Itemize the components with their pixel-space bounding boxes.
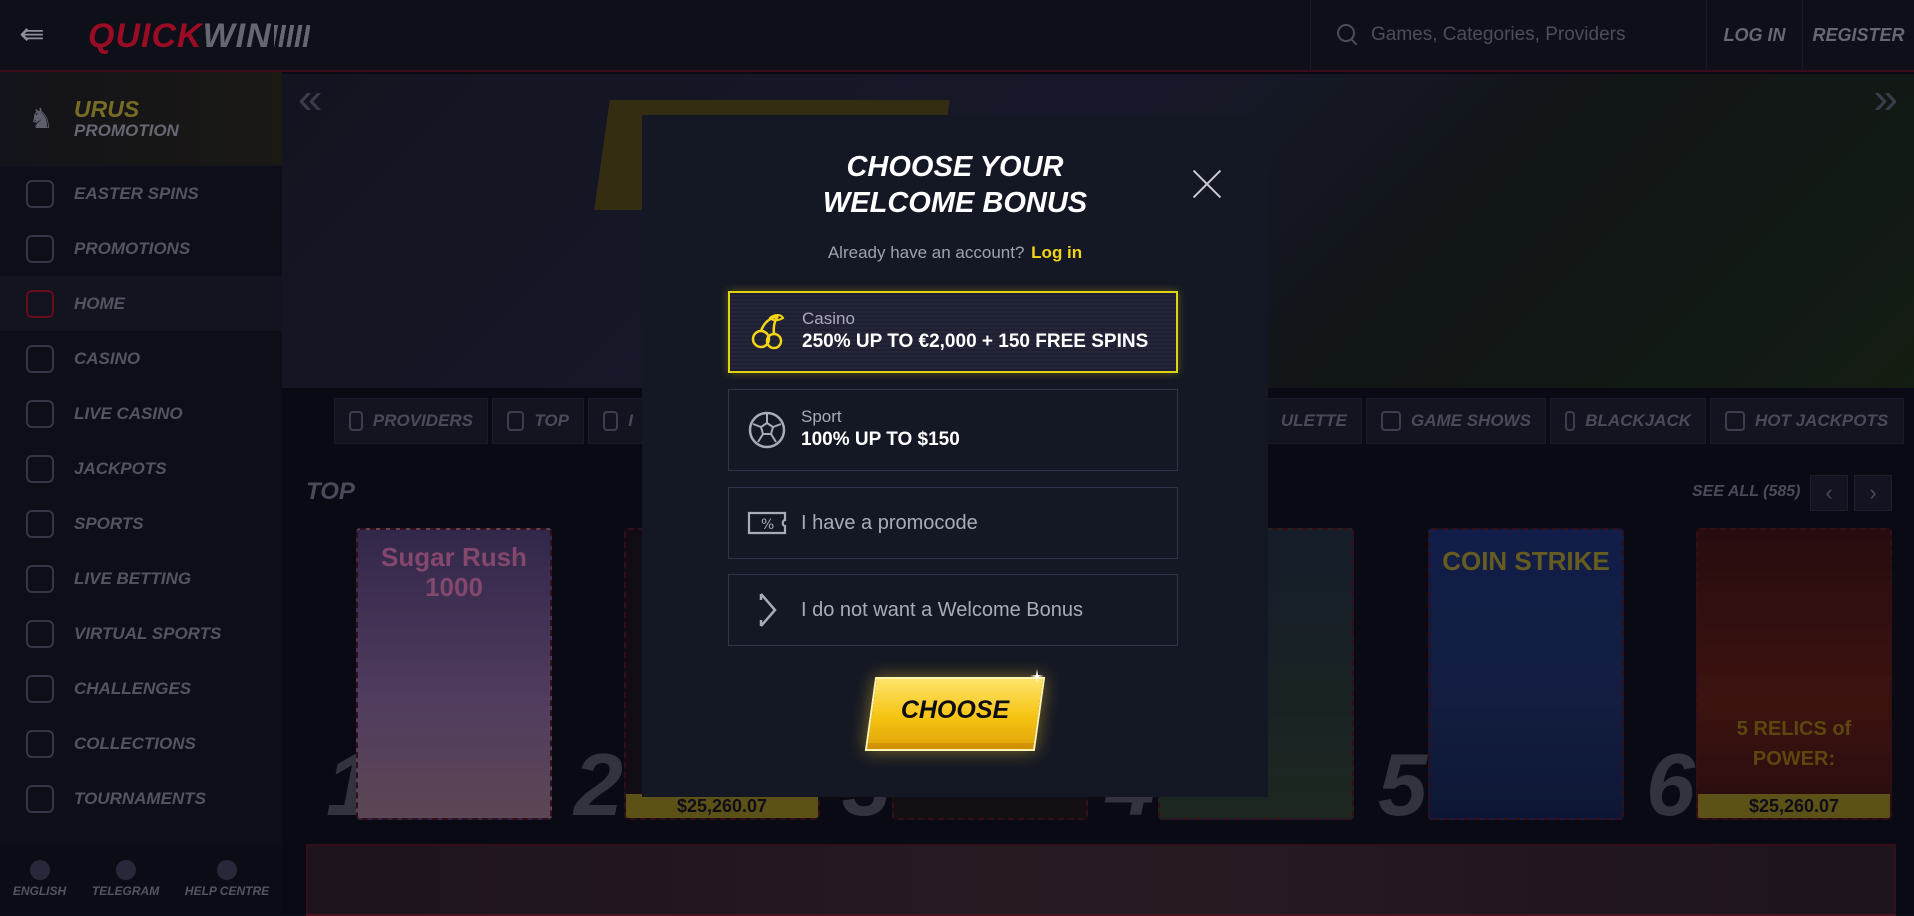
welcome-bonus-modal: CHOOSE YOUR WELCOME BONUS Already have a… <box>642 115 1268 797</box>
svg-text:%: % <box>761 517 774 533</box>
bonus-option-casino[interactable]: Casino 250% UP TO €2,000 + 150 FREE SPIN… <box>728 291 1178 373</box>
option-value: 250% UP TO €2,000 + 150 FREE SPINS <box>802 329 1148 355</box>
account-prompt: Already have an account? Log in <box>642 243 1268 263</box>
option-label: Sport <box>801 407 960 427</box>
account-prompt-text: Already have an account? <box>828 243 1025 262</box>
option-label: Casino <box>802 309 1148 329</box>
choose-button[interactable]: CHOOSE <box>864 671 1046 755</box>
chevron-right-icon <box>747 590 787 630</box>
bonus-option-sport[interactable]: Sport 100% UP TO $150 <box>728 389 1178 471</box>
modal-title-line2: WELCOME BONUS <box>642 185 1268 221</box>
modal-title: CHOOSE YOUR WELCOME BONUS <box>642 149 1268 221</box>
option-label: I do not want a Welcome Bonus <box>801 599 1083 622</box>
close-icon[interactable] <box>1192 169 1222 199</box>
soccer-ball-icon <box>747 410 787 450</box>
sparkle-icon <box>1030 669 1044 683</box>
cherries-icon <box>748 312 788 352</box>
bonus-option-no-bonus[interactable]: I do not want a Welcome Bonus <box>728 574 1178 646</box>
option-label: I have a promocode <box>801 512 978 535</box>
promo-ticket-icon: % <box>747 503 787 543</box>
choose-button-label: CHOOSE <box>864 696 1046 725</box>
option-value: 100% UP TO $150 <box>801 427 960 453</box>
modal-title-line1: CHOOSE YOUR <box>642 149 1268 185</box>
login-link[interactable]: Log in <box>1031 243 1082 262</box>
bonus-option-promocode[interactable]: % I have a promocode <box>728 487 1178 559</box>
